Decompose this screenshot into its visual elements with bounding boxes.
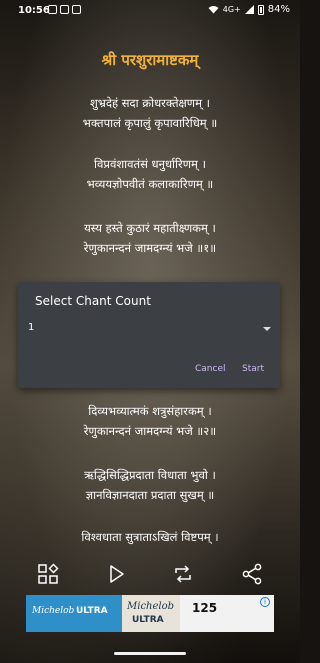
verse-block: यस्य हस्ते कुठारं महातीक्ष्णकम् । रेणुका… — [0, 218, 300, 258]
verse-block: ऋद्धिसिद्धिप्रदाता विधाता भुवो । ज्ञानवि… — [0, 465, 300, 505]
verse-line: यस्य हस्ते कुठारं महातीक्ष्णकम् । — [84, 221, 216, 235]
verse-line: ऋद्धिसिद्धिप्रदाता विधाता भुवो । — [84, 468, 216, 482]
verse-block: विप्रवंशावतंसं धनुर्धारिणम् । भव्ययज्ञोप… — [0, 154, 300, 194]
notification-icon — [60, 5, 69, 14]
ad-logo-text: 125 — [192, 601, 218, 615]
dropdown-selected-value: 1 — [28, 322, 35, 333]
verse-line: दिव्यभव्यात्मकं शत्रुसंहारकम् । — [88, 404, 212, 418]
dropdown-arrow-icon — [263, 327, 271, 331]
gesture-nav-bar[interactable] — [114, 652, 186, 655]
status-time: 10:56 — [18, 5, 50, 16]
ad-info-icon[interactable]: i — [260, 597, 270, 607]
verse-line: विप्रवंशावतंसं धनुर्धारिणम् । — [94, 157, 206, 171]
status-right-group: 4G+ 84% — [208, 4, 290, 15]
verse-line: शुभ्रदेहं सदा क्रोधरक्तेक्षणम् । — [89, 96, 211, 110]
chant-count-dropdown[interactable]: 1 — [28, 318, 273, 340]
bottom-toolbar — [0, 562, 300, 588]
ad-ultra-text: ULTRA — [76, 606, 108, 616]
repeat-icon[interactable] — [171, 562, 195, 586]
share-icon[interactable] — [240, 562, 264, 586]
cancel-button[interactable]: Cancel — [195, 364, 226, 374]
wifi-icon — [208, 6, 219, 14]
battery-icon — [257, 4, 264, 15]
chant-count-dialog: Select Chant Count 1 Cancel Start — [18, 282, 280, 388]
ad-bottle-brand-text: Michelob — [127, 601, 175, 612]
play-icon[interactable] — [104, 562, 128, 586]
page-title: श्री परशुरामाष्टकम् — [101, 51, 199, 69]
start-button[interactable]: Start — [242, 364, 264, 374]
verse-line: भव्ययज्ञोपवीतं कलाकारिणम् ॥ — [86, 177, 214, 191]
verse-line: रेणुकानन्दनं जामदग्न्यं भजे ॥२॥ — [83, 424, 217, 438]
verse-block: विश्वधाता सुत्राताऽखिलं विष्टपम् । — [0, 527, 300, 547]
battery-percent: 84% — [267, 4, 290, 15]
verse-block: दिव्यभव्यात्मकं शत्रुसंहारकम् । रेणुकानन… — [0, 401, 300, 441]
notification-icon — [72, 5, 81, 14]
ad-bottle-ultra-text: ULTRA — [132, 615, 164, 625]
ad-brand-text: Michelob — [32, 606, 75, 616]
verse-line: भक्तपालं कृपालुं कृपावारिधिम् ॥ — [82, 116, 218, 130]
dialog-title: Select Chant Count — [35, 294, 151, 308]
notification-icon — [48, 5, 57, 14]
ad-banner[interactable]: Michelob ULTRA Michelob ULTRA 125 i — [26, 595, 274, 632]
verse-line: रेणुकानन्दनं जामदग्न्यं भजे ॥१॥ — [83, 241, 217, 255]
status-bar: 10:56 4G+ 84% — [0, 0, 300, 22]
network-label: 4G+ — [222, 5, 241, 14]
verse-line: विश्वधाता सुत्राताऽखिलं विष्टपम् । — [81, 530, 219, 544]
verse-block: शुभ्रदेहं सदा क्रोधरक्तेक्षणम् । भक्तपाल… — [0, 93, 300, 133]
verse-line: ज्ञानविज्ञानदाता प्रदाता सुखम् ॥ — [85, 488, 215, 502]
grid-icon[interactable] — [36, 562, 60, 586]
signal-icon — [244, 5, 254, 14]
notification-icons — [48, 5, 81, 14]
